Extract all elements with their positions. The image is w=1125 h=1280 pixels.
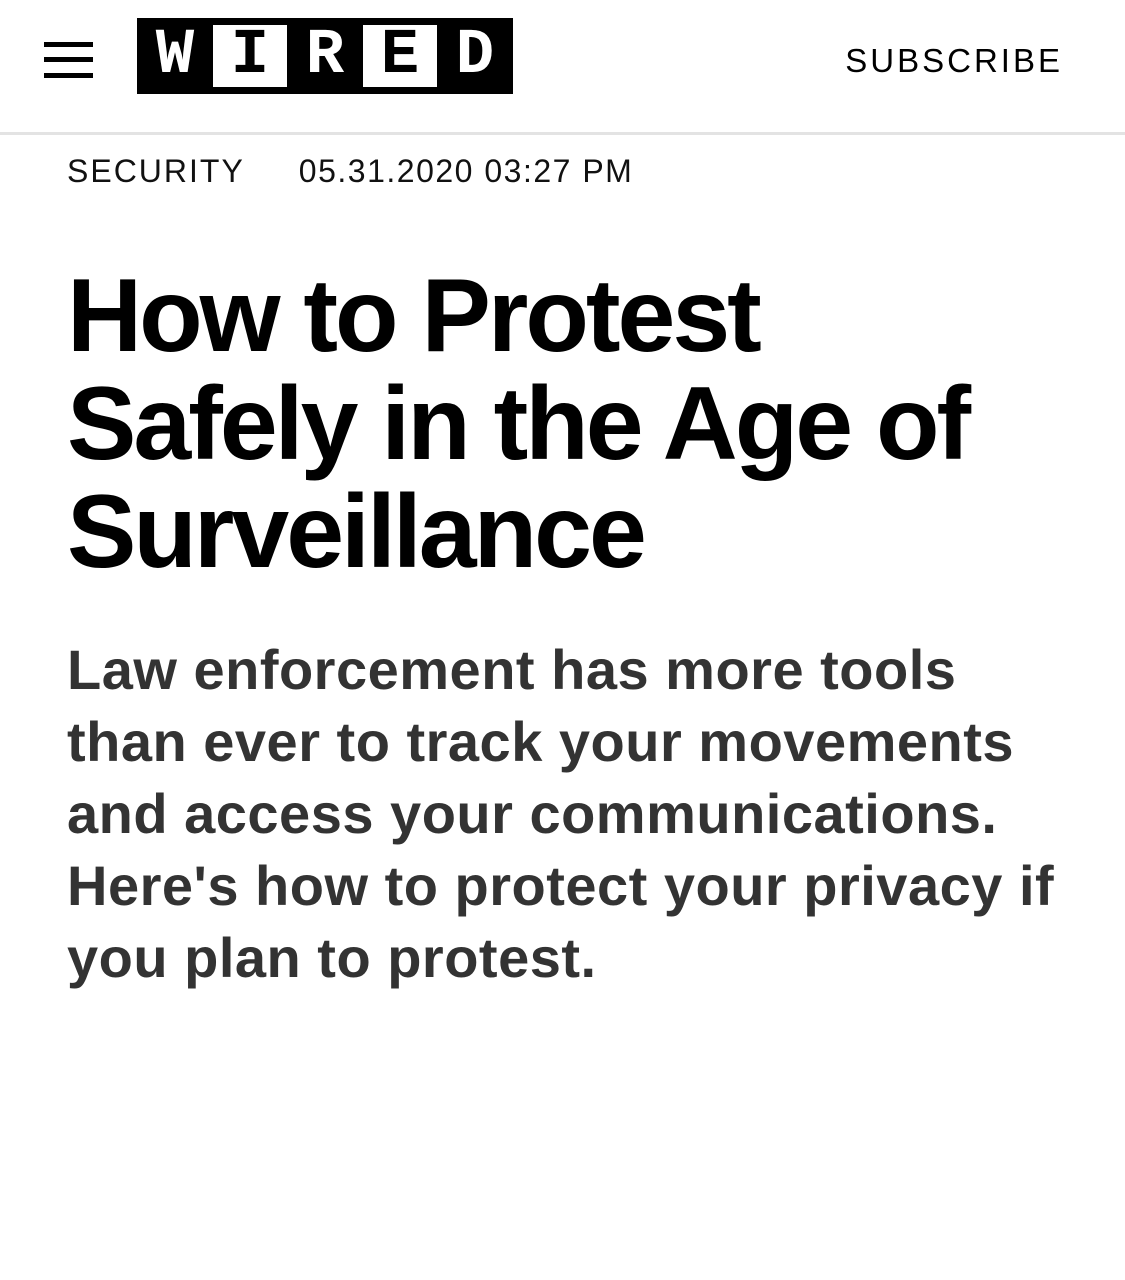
logo-letter-w: W <box>137 18 213 94</box>
logo-letter-d: D <box>437 18 513 94</box>
logo-letter-e: E <box>363 18 437 94</box>
menu-bar <box>44 73 93 78</box>
subscribe-link[interactable]: SUBSCRIBE <box>845 42 1063 80</box>
menu-bar <box>44 42 93 47</box>
article-title: How to Protest Safely in the Age of Surv… <box>67 258 971 590</box>
menu-bar <box>44 57 93 62</box>
wired-logo[interactable]: W I R E D <box>137 18 513 94</box>
logo-letter-i: I <box>213 18 287 94</box>
logo-letter-r: R <box>287 18 363 94</box>
site-header: W I R E D SUBSCRIBE <box>0 0 1125 135</box>
publish-timestamp: 05.31.2020 03:27 PM <box>298 153 634 189</box>
article-meta: SECURITY 05.31.2020 03:27 PM <box>67 153 633 190</box>
article-dek: Law enforcement has more tools than ever… <box>67 638 1055 989</box>
category-link[interactable]: SECURITY <box>67 153 245 189</box>
hamburger-menu-icon[interactable] <box>44 42 94 80</box>
